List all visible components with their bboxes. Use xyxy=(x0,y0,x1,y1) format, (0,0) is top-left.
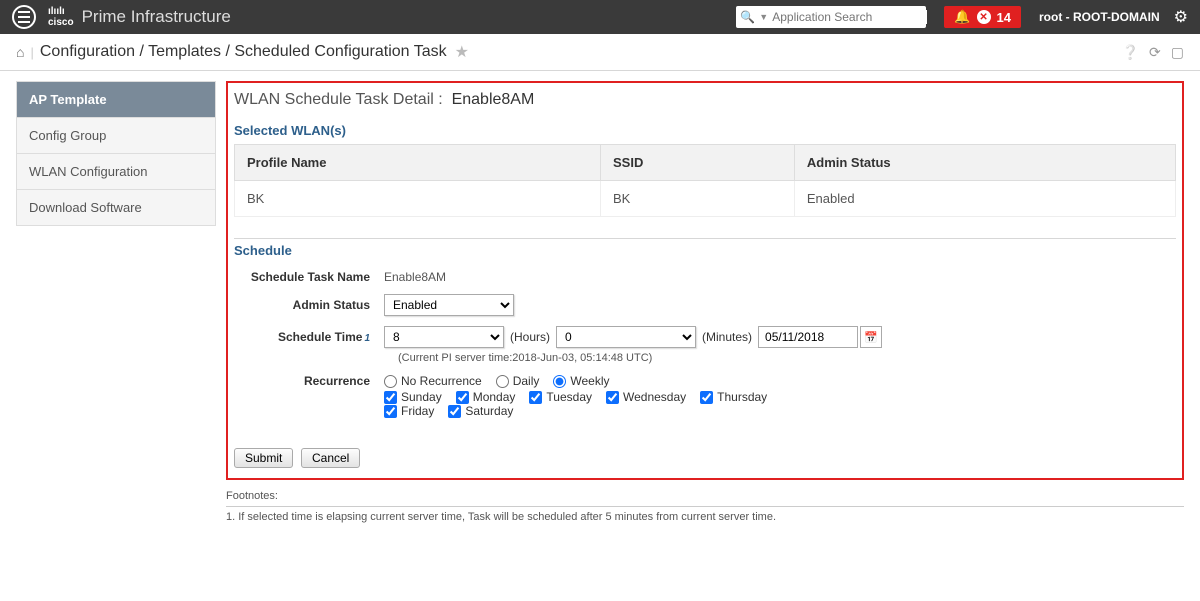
refresh-icon[interactable]: ⟳ xyxy=(1149,44,1161,61)
th-profile[interactable]: Profile Name xyxy=(235,145,601,181)
check-monday[interactable]: Monday xyxy=(456,390,516,404)
check-tuesday[interactable]: Tuesday xyxy=(529,390,592,404)
cell-ssid: BK xyxy=(601,181,795,217)
breadcrumb-row: ⌂ | Configuration / Templates / Schedule… xyxy=(0,34,1200,71)
minutes-unit: (Minutes) xyxy=(702,330,752,344)
check-friday[interactable]: Friday xyxy=(384,404,434,418)
schedule-form: Schedule Task Name Enable8AM Admin Statu… xyxy=(234,264,1176,438)
gear-icon[interactable]: ⚙ xyxy=(1174,7,1188,27)
schedule-heading: Schedule xyxy=(234,238,1176,258)
hours-select[interactable]: 8 xyxy=(384,326,504,348)
sidebar-item-wlan-config[interactable]: WLAN Configuration xyxy=(17,154,215,190)
home-icon[interactable]: ⌂ xyxy=(16,44,24,60)
radio-weekly[interactable]: Weekly xyxy=(553,374,609,388)
main-content: AP Template Config Group WLAN Configurat… xyxy=(0,71,1200,533)
table-row[interactable]: BK BK Enabled xyxy=(235,181,1176,217)
menu-icon[interactable] xyxy=(12,5,36,29)
search-icon: 🔍 xyxy=(740,10,755,24)
label-task-name: Schedule Task Name xyxy=(234,270,384,284)
sidebar-item-ap-template[interactable]: AP Template xyxy=(17,82,215,118)
search-dropdown-icon[interactable]: ▼ xyxy=(759,12,768,22)
favorite-star-icon[interactable]: ★ xyxy=(455,42,469,62)
label-schedule-time: Schedule Time1 xyxy=(234,330,384,344)
submit-button[interactable]: Submit xyxy=(234,448,293,468)
footnote-1: 1. If selected time is elapsing current … xyxy=(226,511,1184,523)
th-admin-status[interactable]: Admin Status xyxy=(794,145,1175,181)
section-title: WLAN Schedule Task Detail : Enable8AM xyxy=(234,87,1176,117)
user-domain[interactable]: root - ROOT-DOMAIN xyxy=(1039,10,1160,24)
breadcrumb-divider: | xyxy=(30,45,33,60)
product-title: Prime Infrastructure xyxy=(82,7,231,27)
search-input[interactable] xyxy=(772,10,927,24)
cell-admin-status: Enabled xyxy=(794,181,1175,217)
task-name-heading: Enable8AM xyxy=(452,91,535,108)
search-box[interactable]: 🔍 ▼ xyxy=(736,6,926,28)
check-saturday[interactable]: Saturday xyxy=(448,404,513,418)
cell-profile: BK xyxy=(235,181,601,217)
panel-icon[interactable]: ▢ xyxy=(1171,44,1184,61)
radio-no-recurrence[interactable]: No Recurrence xyxy=(384,374,482,388)
help-icon[interactable]: ❔ xyxy=(1122,44,1139,61)
minutes-select[interactable]: 0 xyxy=(556,326,696,348)
alert-count: 14 xyxy=(997,10,1011,25)
value-task-name: Enable8AM xyxy=(384,270,446,284)
wlan-table: Profile Name SSID Admin Status BK BK Ena… xyxy=(234,144,1176,217)
sidebar-item-download-software[interactable]: Download Software xyxy=(17,190,215,225)
top-bar: ılıılıcisco Prime Infrastructure 🔍 ▼ 🔔 ✕… xyxy=(0,0,1200,34)
th-ssid[interactable]: SSID xyxy=(601,145,795,181)
breadcrumb-text: Configuration / Templates / Scheduled Co… xyxy=(40,43,447,61)
check-wednesday[interactable]: Wednesday xyxy=(606,390,686,404)
bell-icon: 🔔 xyxy=(954,9,970,25)
content-area: WLAN Schedule Task Detail : Enable8AM Se… xyxy=(226,81,1184,523)
admin-status-select[interactable]: Enabled xyxy=(384,294,514,316)
cancel-button[interactable]: Cancel xyxy=(301,448,360,468)
server-time-note: (Current PI server time:2018-Jun-03, 05:… xyxy=(398,352,1176,364)
check-sunday[interactable]: Sunday xyxy=(384,390,442,404)
calendar-icon[interactable]: 📅 xyxy=(860,326,882,348)
selected-wlans-heading: Selected WLAN(s) xyxy=(234,123,1176,138)
check-thursday[interactable]: Thursday xyxy=(700,390,767,404)
sidebar: AP Template Config Group WLAN Configurat… xyxy=(16,81,216,226)
hours-unit: (Hours) xyxy=(510,330,550,344)
alert-close-icon: ✕ xyxy=(977,10,991,24)
footnotes-title: Footnotes: xyxy=(226,490,1184,502)
footnotes-divider xyxy=(226,506,1184,507)
label-admin-status: Admin Status xyxy=(234,298,384,312)
highlighted-region: WLAN Schedule Task Detail : Enable8AM Se… xyxy=(226,81,1184,480)
sidebar-item-config-group[interactable]: Config Group xyxy=(17,118,215,154)
date-input[interactable] xyxy=(758,326,858,348)
alert-badge[interactable]: 🔔 ✕ 14 xyxy=(944,6,1021,28)
label-recurrence: Recurrence xyxy=(234,374,384,388)
radio-daily[interactable]: Daily xyxy=(496,374,540,388)
footnotes: Footnotes: 1. If selected time is elapsi… xyxy=(226,490,1184,523)
cisco-logo: ılıılıcisco xyxy=(48,6,74,28)
